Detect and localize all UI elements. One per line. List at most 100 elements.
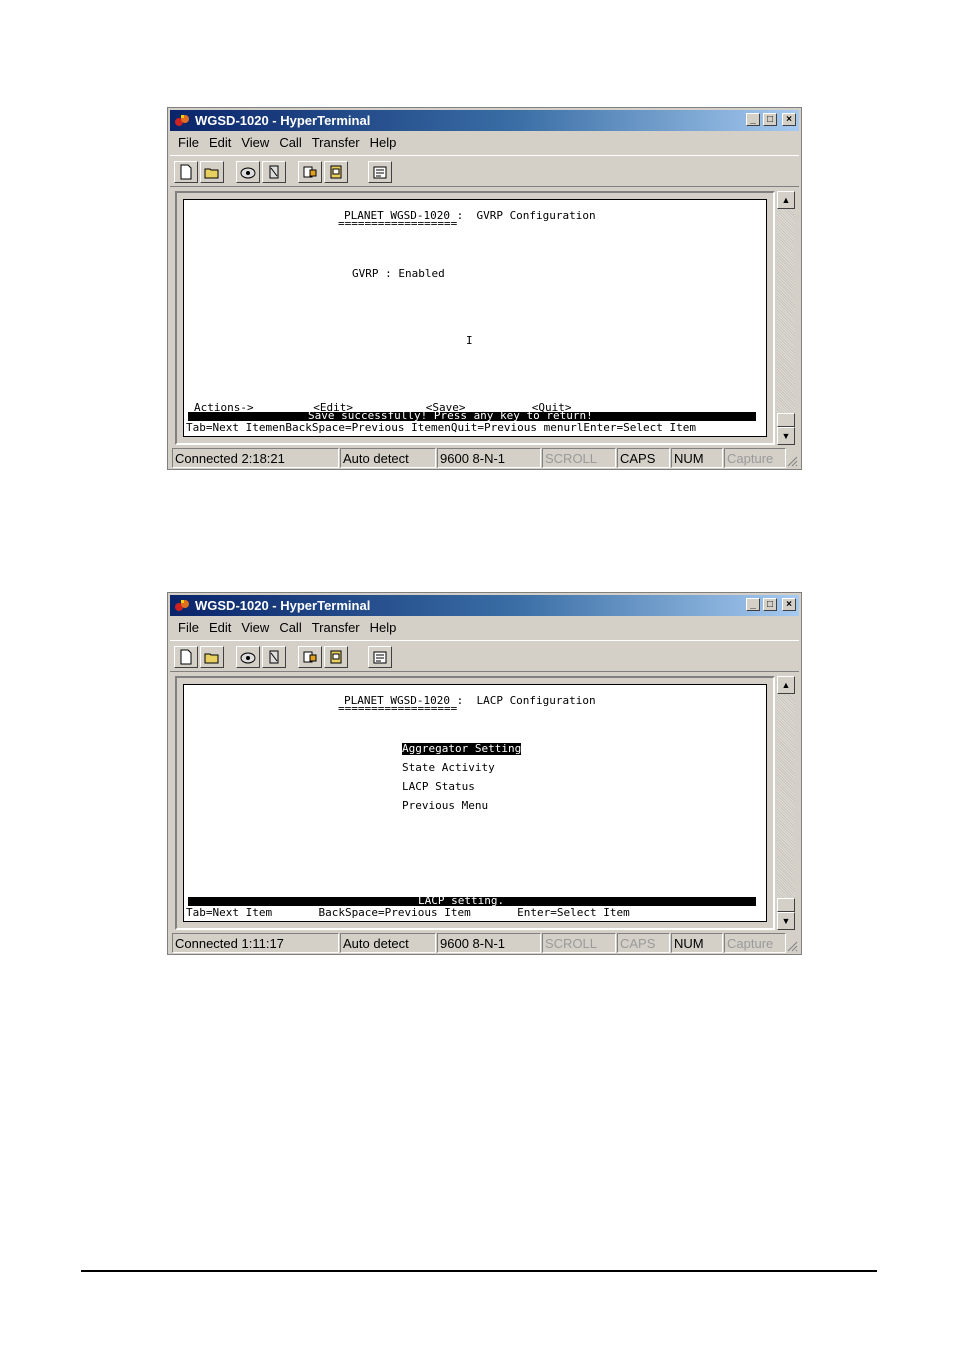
terminal-frame: PLANET WGSD-1020 : LACP Configuration ==… bbox=[175, 676, 775, 930]
menu-bar: File Edit View Call Transfer Help bbox=[170, 618, 799, 638]
close-button[interactable]: × bbox=[782, 113, 796, 126]
receive-icon bbox=[330, 650, 342, 664]
menu-item-lacp-status[interactable]: LACP Status bbox=[402, 781, 475, 793]
resize-grip-icon[interactable] bbox=[786, 455, 798, 467]
menu-item-aggregator-setting[interactable]: Aggregator Setting bbox=[402, 743, 522, 755]
maximize-button[interactable]: □ bbox=[763, 598, 777, 611]
connect-icon bbox=[240, 167, 256, 179]
status-capture: Capture bbox=[724, 933, 786, 953]
disconnect-icon bbox=[269, 650, 279, 664]
menu-transfer[interactable]: Transfer bbox=[312, 620, 360, 635]
new-icon bbox=[180, 649, 192, 665]
title-bar[interactable]: WGSD-1020 - HyperTerminal _ □ × bbox=[170, 595, 799, 616]
title-bar[interactable]: WGSD-1020 - HyperTerminal _ □ × bbox=[170, 110, 799, 131]
send-icon bbox=[303, 651, 317, 663]
scroll-thumb[interactable] bbox=[777, 898, 795, 912]
send-button[interactable] bbox=[298, 161, 322, 183]
scroll-thumb[interactable] bbox=[777, 413, 795, 427]
close-button[interactable]: × bbox=[782, 598, 796, 611]
status-scroll: SCROLL bbox=[542, 933, 616, 953]
window-title: WGSD-1020 - HyperTerminal bbox=[195, 113, 371, 128]
header-underline: ================== bbox=[338, 217, 458, 230]
hyperterminal-window-gvrp[interactable]: WGSD-1020 - HyperTerminal _ □ × File Edit… bbox=[167, 107, 802, 470]
connect-icon bbox=[240, 652, 256, 664]
send-button[interactable] bbox=[298, 646, 322, 668]
scroll-up-button[interactable]: ▲ bbox=[777, 191, 795, 209]
menu-transfer[interactable]: Transfer bbox=[312, 135, 360, 150]
resize-grip-icon[interactable] bbox=[786, 940, 798, 952]
menu-help[interactable]: Help bbox=[370, 620, 397, 635]
connect-button[interactable] bbox=[236, 646, 260, 668]
toolbar bbox=[170, 640, 799, 672]
open-button[interactable] bbox=[200, 646, 224, 668]
header-underline: ================== bbox=[338, 702, 458, 715]
send-icon bbox=[303, 166, 317, 178]
menu-call[interactable]: Call bbox=[279, 620, 301, 635]
menu-item-state-activity[interactable]: State Activity bbox=[402, 762, 495, 774]
terminal-frame: PLANET WGSD-1020 : GVRP Configuration ==… bbox=[175, 191, 775, 445]
menu-bar: File Edit View Call Transfer Help bbox=[170, 133, 799, 153]
status-params: 9600 8-N-1 bbox=[437, 448, 541, 468]
status-params: 9600 8-N-1 bbox=[437, 933, 541, 953]
status-capture: Capture bbox=[724, 448, 786, 468]
status-detect: Auto detect bbox=[340, 448, 436, 468]
help-line: Tab=Next Item BackSpace=Previous Item En… bbox=[186, 906, 630, 919]
menu-view[interactable]: View bbox=[241, 135, 269, 150]
properties-button[interactable] bbox=[368, 161, 392, 183]
terminal-screen[interactable]: PLANET WGSD-1020 : GVRP Configuration ==… bbox=[183, 199, 767, 437]
footer-rule bbox=[81, 1270, 877, 1272]
connect-button[interactable] bbox=[236, 161, 260, 183]
vertical-scrollbar[interactable]: ▲ ▼ bbox=[777, 676, 795, 930]
menu-file[interactable]: File bbox=[178, 620, 199, 635]
properties-icon bbox=[373, 166, 387, 179]
receive-button[interactable] bbox=[324, 646, 348, 668]
scroll-down-button[interactable]: ▼ bbox=[777, 912, 795, 930]
scroll-down-button[interactable]: ▼ bbox=[777, 427, 795, 445]
menu-file[interactable]: File bbox=[178, 135, 199, 150]
minimize-button[interactable]: _ bbox=[746, 113, 760, 126]
hyperterminal-window-lacp[interactable]: WGSD-1020 - HyperTerminal _ □ × File Edit… bbox=[167, 592, 802, 955]
open-icon bbox=[204, 168, 219, 179]
hyperterminal-icon bbox=[175, 115, 189, 126]
new-button[interactable] bbox=[174, 646, 198, 668]
status-connected: Connected 1:11:17 bbox=[172, 933, 339, 953]
menu-item-previous-menu[interactable]: Previous Menu bbox=[402, 800, 488, 812]
terminal-screen[interactable]: PLANET WGSD-1020 : LACP Configuration ==… bbox=[183, 684, 767, 922]
scroll-up-button[interactable]: ▲ bbox=[777, 676, 795, 694]
text-cursor: I bbox=[466, 334, 473, 347]
status-detect: Auto detect bbox=[340, 933, 436, 953]
new-icon bbox=[180, 164, 192, 180]
menu-view[interactable]: View bbox=[241, 620, 269, 635]
status-num: NUM bbox=[671, 448, 723, 468]
status-caps: CAPS bbox=[617, 448, 670, 468]
disconnect-button[interactable] bbox=[262, 646, 286, 668]
minimize-button[interactable]: _ bbox=[746, 598, 760, 611]
status-connected: Connected 2:18:21 bbox=[172, 448, 339, 468]
receive-button[interactable] bbox=[324, 161, 348, 183]
properties-button[interactable] bbox=[368, 646, 392, 668]
disconnect-icon bbox=[269, 165, 279, 179]
menu-call[interactable]: Call bbox=[279, 135, 301, 150]
new-button[interactable] bbox=[174, 161, 198, 183]
message-bar: LACP setting. bbox=[188, 895, 756, 907]
status-caps: CAPS bbox=[617, 933, 670, 953]
gvrp-status-field[interactable]: GVRP : Enabled bbox=[352, 268, 445, 280]
menu-edit[interactable]: Edit bbox=[209, 620, 231, 635]
window-title: WGSD-1020 - HyperTerminal bbox=[195, 598, 371, 613]
open-icon bbox=[204, 653, 219, 664]
menu-help[interactable]: Help bbox=[370, 135, 397, 150]
vertical-scrollbar[interactable]: ▲ ▼ bbox=[777, 191, 795, 445]
hyperterminal-icon bbox=[175, 600, 189, 611]
properties-icon bbox=[373, 651, 387, 664]
menu-edit[interactable]: Edit bbox=[209, 135, 231, 150]
status-bar: Connected 2:18:21 Auto detect 9600 8-N-1… bbox=[170, 448, 799, 468]
open-button[interactable] bbox=[200, 161, 224, 183]
status-bar: Connected 1:11:17 Auto detect 9600 8-N-1… bbox=[170, 933, 799, 953]
maximize-button[interactable]: □ bbox=[763, 113, 777, 126]
status-num: NUM bbox=[671, 933, 723, 953]
disconnect-button[interactable] bbox=[262, 161, 286, 183]
status-scroll: SCROLL bbox=[542, 448, 616, 468]
help-line: Tab=Next ItemenBackSpace=Previous Itemen… bbox=[186, 421, 696, 434]
toolbar bbox=[170, 155, 799, 187]
receive-icon bbox=[330, 165, 342, 179]
